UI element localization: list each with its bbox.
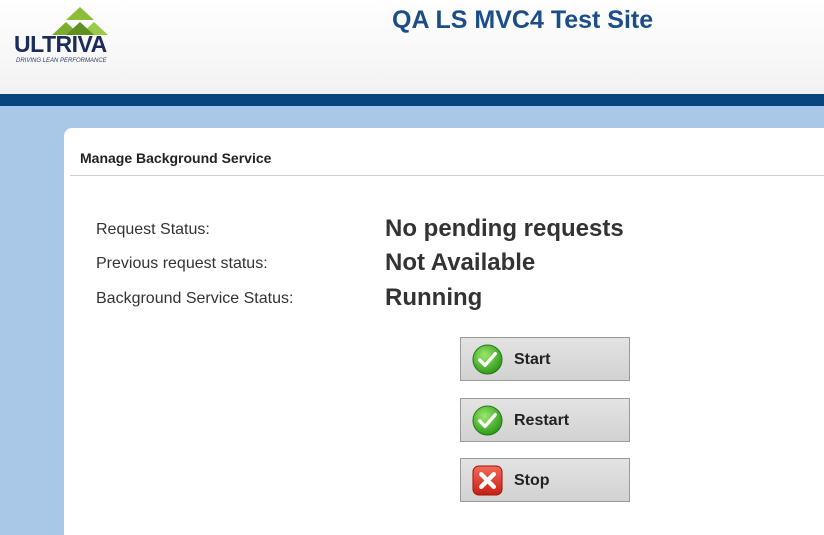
start-button[interactable]: Start xyxy=(460,337,630,381)
previous-request-status-value: Not Available xyxy=(385,249,536,276)
stop-button-label: Stop xyxy=(514,472,550,489)
header: ULTRIVA DRIVING LEAN PERFORMANCE QA LS M… xyxy=(0,0,824,94)
red-x-icon xyxy=(472,465,503,496)
green-check-icon xyxy=(472,405,503,436)
panel-title: Manage Background Service xyxy=(80,150,272,166)
request-status-label: Request Status: xyxy=(96,221,210,238)
panel-divider xyxy=(70,175,824,176)
previous-request-status-label: Previous request status: xyxy=(96,255,268,272)
start-button-label: Start xyxy=(514,351,551,368)
site-title: QA LS MVC4 Test Site xyxy=(392,6,654,34)
nav-bar xyxy=(0,94,824,106)
restart-button[interactable]: Restart xyxy=(460,398,630,442)
request-status-value: No pending requests xyxy=(385,215,624,242)
background-service-status-value: Running xyxy=(385,284,483,311)
restart-button-label: Restart xyxy=(514,412,570,429)
stop-button[interactable]: Stop xyxy=(460,458,630,502)
ultriva-logo[interactable]: ULTRIVA DRIVING LEAN PERFORMANCE xyxy=(14,6,134,66)
logo-text: ULTRIVA xyxy=(14,31,107,57)
background-service-status-label: Background Service Status: xyxy=(96,290,294,307)
green-check-icon xyxy=(472,344,503,375)
manage-service-panel: Manage Background Service Request Status… xyxy=(64,128,824,535)
logo-tagline: DRIVING LEAN PERFORMANCE xyxy=(16,58,107,64)
